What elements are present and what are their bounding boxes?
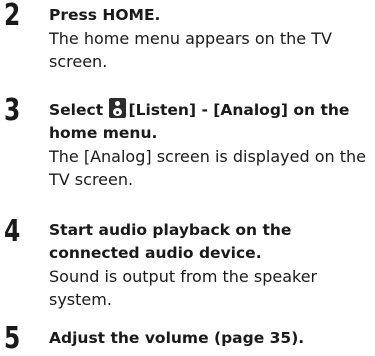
step-body: Select [Listen] - [Analog] on the home m…: [49, 98, 367, 191]
step-body: Press HOME. The home menu appears on the…: [49, 4, 367, 73]
step-description: The home menu appears on the TV screen.: [49, 29, 332, 71]
step-title-post: [Listen] - [Analog] on the: [128, 101, 350, 119]
step-title: Press HOME.: [49, 6, 161, 24]
step-title-line2: connected audio device.: [49, 244, 262, 262]
step-number: 4: [4, 214, 21, 249]
step-number: 3: [4, 93, 21, 128]
step-description: Sound is output from the speaker system.: [49, 267, 318, 309]
step-number: 2: [4, 0, 21, 33]
step-title: Select [Listen] - [Analog] on the: [49, 98, 367, 122]
step-title-pre: Select: [49, 101, 104, 119]
step-number: 5: [4, 321, 21, 356]
speaker-icon: [108, 98, 126, 118]
step-title: Start audio playback on the: [49, 221, 292, 239]
step-title: Adjust the volume (page 35).: [49, 329, 305, 347]
step-description: The [Analog] screen is displayed on the …: [49, 147, 367, 189]
step-body: Start audio playback on the connected au…: [49, 219, 367, 311]
step-title-line2: home menu.: [49, 124, 158, 142]
step-body: Adjust the volume (page 35).: [49, 327, 367, 350]
